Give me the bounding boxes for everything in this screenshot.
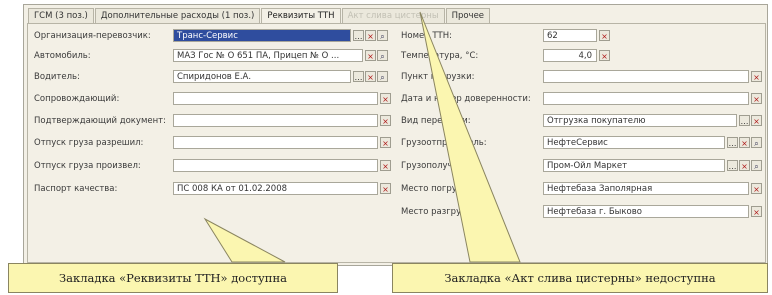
left-callout-pointer bbox=[203, 217, 286, 263]
callout-ttn-available: Закладка «Реквизиты ТТН» доступна bbox=[8, 263, 338, 293]
callout-tank-act-unavailable: Закладка «Акт слива цистерны» недоступна bbox=[392, 263, 768, 293]
callout-pointers bbox=[203, 11, 521, 263]
right-callout-pointer bbox=[419, 11, 521, 263]
